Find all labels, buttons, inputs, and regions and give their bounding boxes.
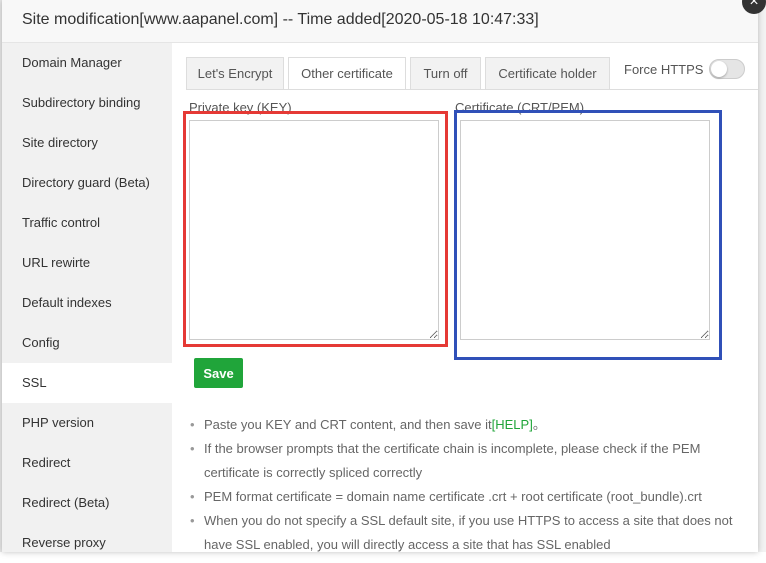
private-key-label: Private key (KEY) <box>189 100 292 115</box>
sidebar-item-php-version[interactable]: PHP version <box>2 403 172 443</box>
dialog-titlebar: Site modification[www.aapanel.com] -- Ti… <box>2 0 758 43</box>
bullet-icon: • <box>190 417 195 432</box>
sidebar-item-label: Config <box>22 335 60 350</box>
note-item: • When you do not specify a SSL default … <box>188 509 738 557</box>
note-suffix: 。 <box>532 417 546 432</box>
force-https-toggle[interactable] <box>709 59 745 79</box>
sidebar-item-ssl[interactable]: SSL <box>2 363 172 403</box>
note-item: • PEM format certificate = domain name c… <box>188 485 738 509</box>
sidebar-item-default-indexes[interactable]: Default indexes <box>2 283 172 323</box>
sidebar-item-site-directory[interactable]: Site directory <box>2 123 172 163</box>
tab-certificate-holder[interactable]: Certificate holder <box>485 57 610 89</box>
background-page-edge <box>758 0 766 552</box>
private-key-textarea[interactable] <box>189 120 439 340</box>
bullet-icon: • <box>190 513 195 528</box>
note-text: PEM format certificate = domain name cer… <box>204 489 702 504</box>
sidebar-item-label: Reverse proxy <box>22 535 106 550</box>
sidebar-item-subdirectory-binding[interactable]: Subdirectory binding <box>2 83 172 123</box>
settings-sidebar: Domain Manager Subdirectory binding Site… <box>2 43 172 552</box>
sidebar-item-label: Traffic control <box>22 215 101 230</box>
sidebar-item-label: Redirect (Beta) <box>22 495 110 510</box>
certificate-label: Certificate (CRT/PEM) <box>455 100 585 115</box>
note-text: Paste you KEY and CRT content, and then … <box>204 417 492 432</box>
sidebar-item-config[interactable]: Config <box>2 323 172 363</box>
tab-lets-encrypt[interactable]: Let's Encrypt <box>186 57 284 89</box>
sidebar-item-label: Site directory <box>22 135 98 150</box>
sidebar-item-url-rewrite[interactable]: URL rewirte <box>2 243 172 283</box>
sidebar-item-redirect[interactable]: Redirect <box>2 443 172 483</box>
ssl-panel: Let's Encrypt Other certificate Turn off… <box>172 43 758 552</box>
force-https-label: Force HTTPS <box>624 62 704 77</box>
sidebar-item-label: Directory guard (Beta) <box>22 175 150 190</box>
note-item: • If the browser prompts that the certif… <box>188 437 738 485</box>
dialog-title: Site modification[www.aapanel.com] -- Ti… <box>22 11 539 28</box>
note-text: When you do not specify a SSL default si… <box>204 513 733 552</box>
sidebar-item-label: SSL <box>22 375 47 390</box>
note-text: If the browser prompts that the certific… <box>204 441 701 480</box>
bullet-icon: • <box>190 489 195 504</box>
tab-divider <box>186 89 758 90</box>
sidebar-item-traffic-control[interactable]: Traffic control <box>2 203 172 243</box>
sidebar-item-domain-manager[interactable]: Domain Manager <box>2 43 172 83</box>
sidebar-item-label: Subdirectory binding <box>22 95 141 110</box>
help-link[interactable]: [HELP] <box>492 417 533 432</box>
sidebar-item-directory-guard[interactable]: Directory guard (Beta) <box>2 163 172 203</box>
sidebar-item-redirect-beta[interactable]: Redirect (Beta) <box>2 483 172 523</box>
certificate-textarea[interactable] <box>460 120 710 340</box>
sidebar-item-reverse-proxy[interactable]: Reverse proxy <box>2 523 172 563</box>
sidebar-item-label: Redirect <box>22 455 71 470</box>
sidebar-item-label: URL rewirte <box>22 255 91 270</box>
sidebar-item-label: Domain Manager <box>22 55 122 70</box>
save-button[interactable]: Save <box>194 358 243 388</box>
tab-turn-off[interactable]: Turn off <box>410 57 481 89</box>
bullet-icon: • <box>190 441 195 456</box>
site-modification-dialog: Site modification[www.aapanel.com] -- Ti… <box>2 0 766 552</box>
tab-other-certificate[interactable]: Other certificate <box>288 57 406 90</box>
note-item: • Paste you KEY and CRT content, and the… <box>188 413 738 437</box>
toggle-knob <box>711 61 727 77</box>
sidebar-item-label: Default indexes <box>22 295 112 310</box>
sidebar-item-label: PHP version <box>22 415 95 430</box>
ssl-help-notes: • Paste you KEY and CRT content, and the… <box>188 413 738 557</box>
